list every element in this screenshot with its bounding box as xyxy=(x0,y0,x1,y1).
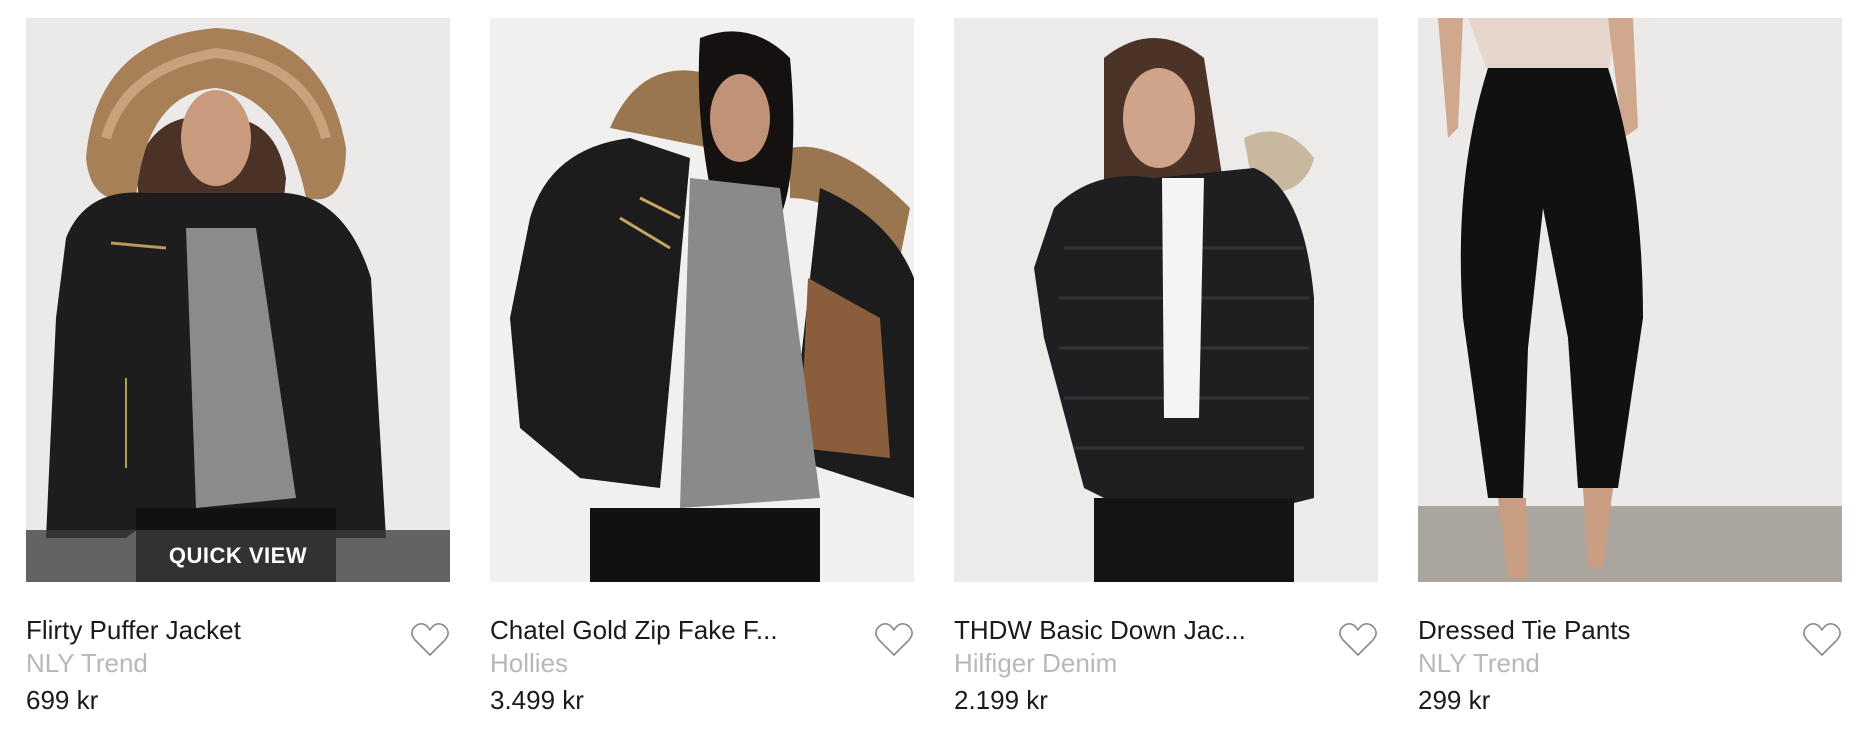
product-name[interactable]: THDW Basic Down Jac... xyxy=(954,614,1378,646)
product-card[interactable]: THDW Basic Down Jac... Hilfiger Denim 2.… xyxy=(954,18,1378,722)
product-image[interactable]: QUICK VIEW xyxy=(26,18,450,582)
product-name[interactable]: Dressed Tie Pants xyxy=(1418,614,1842,646)
product-info: THDW Basic Down Jac... Hilfiger Denim 2.… xyxy=(954,582,1378,722)
product-price: 299 kr xyxy=(1418,685,1491,715)
heart-outline-icon[interactable] xyxy=(1802,622,1842,658)
product-image[interactable] xyxy=(490,18,914,582)
product-price: 699 kr xyxy=(26,685,99,715)
product-brand[interactable]: Hollies xyxy=(490,646,914,680)
product-info: Flirty Puffer Jacket NLY Trend 699 kr xyxy=(26,582,450,722)
product-card[interactable]: Chatel Gold Zip Fake F... Hollies 3.499 … xyxy=(490,18,914,722)
product-grid: QUICK VIEW Flirty Puffer Jacket NLY Tren… xyxy=(26,18,1842,722)
heart-outline-icon[interactable] xyxy=(410,622,450,658)
product-price: 2.199 kr xyxy=(954,685,1048,715)
product-brand[interactable]: NLY Trend xyxy=(1418,646,1842,680)
product-info: Chatel Gold Zip Fake F... Hollies 3.499 … xyxy=(490,582,914,722)
product-price: 3.499 kr xyxy=(490,685,584,715)
product-card[interactable]: Dressed Tie Pants NLY Trend 299 kr xyxy=(1418,18,1842,722)
product-card[interactable]: QUICK VIEW Flirty Puffer Jacket NLY Tren… xyxy=(26,18,450,722)
product-name[interactable]: Chatel Gold Zip Fake F... xyxy=(490,614,914,646)
product-name[interactable]: Flirty Puffer Jacket xyxy=(26,614,450,646)
heart-outline-icon[interactable] xyxy=(874,622,914,658)
heart-outline-icon[interactable] xyxy=(1338,622,1378,658)
product-brand[interactable]: Hilfiger Denim xyxy=(954,646,1378,680)
product-image[interactable] xyxy=(954,18,1378,582)
product-image[interactable] xyxy=(1418,18,1842,582)
product-brand[interactable]: NLY Trend xyxy=(26,646,450,680)
quick-view-button[interactable]: QUICK VIEW xyxy=(26,530,450,582)
product-info: Dressed Tie Pants NLY Trend 299 kr xyxy=(1418,582,1842,722)
